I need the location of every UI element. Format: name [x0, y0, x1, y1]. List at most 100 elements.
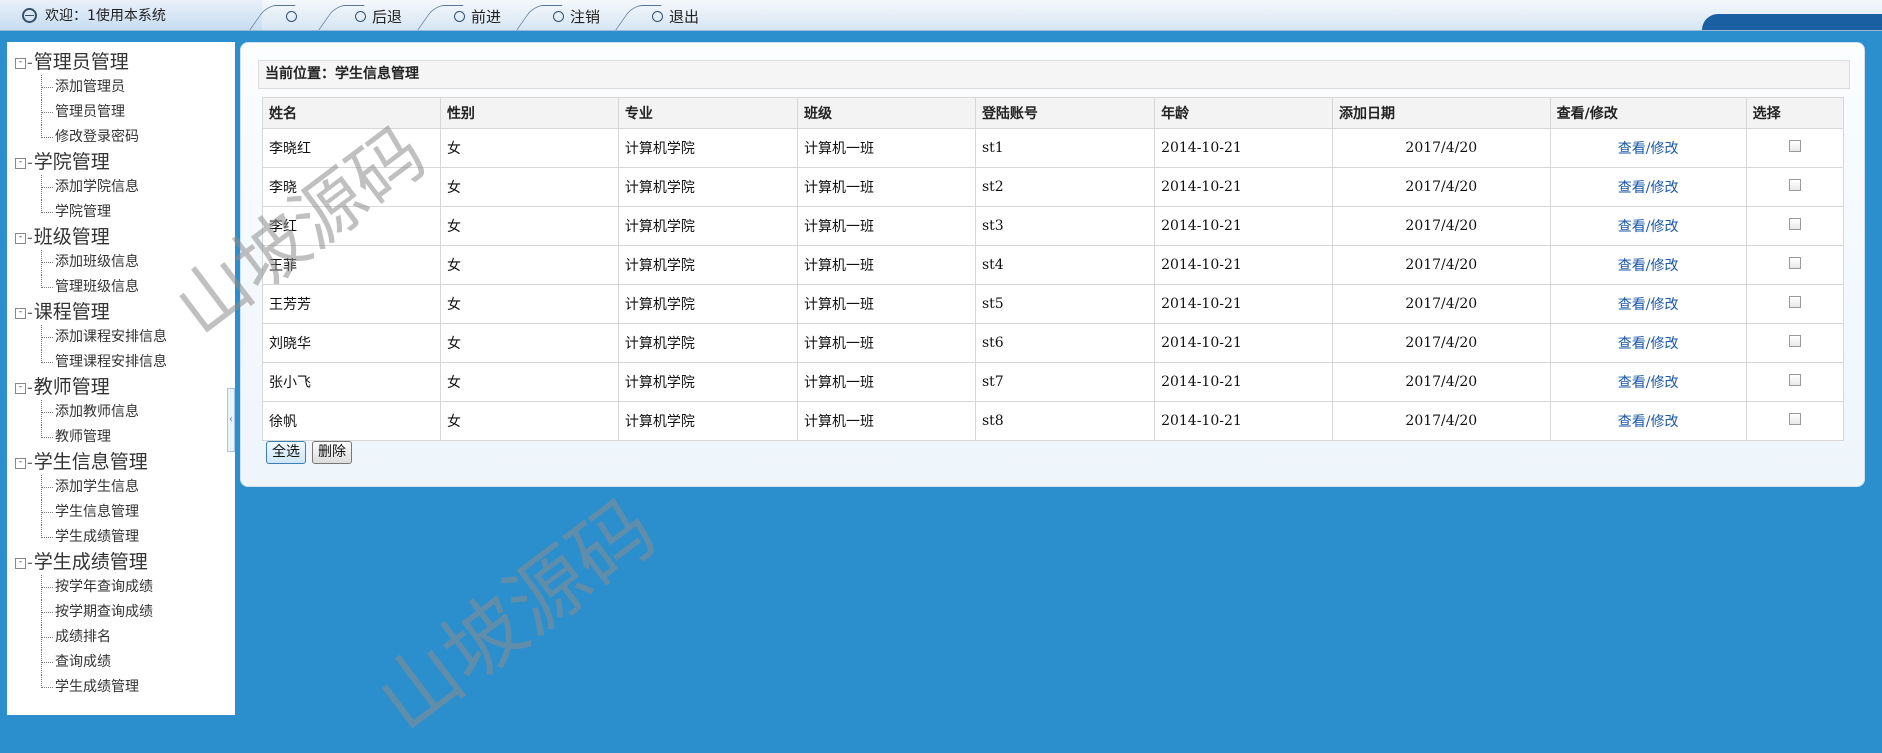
cell-account: st1	[974, 128, 1156, 168]
cell-class: 计算机一班	[797, 245, 976, 285]
menu-group-label: 学生信息管理	[33, 451, 148, 473]
cell-action: 查看/修改	[1549, 206, 1747, 246]
menu-item[interactable]: 添加学院信息	[15, 175, 235, 200]
view-edit-link[interactable]: 查看/修改	[1618, 414, 1679, 430]
collapse-toggle-icon[interactable]	[15, 233, 26, 244]
nav-tabs: 后退 前进 注销 退出	[249, 3, 717, 30]
nav-tab-0[interactable]	[249, 3, 321, 30]
row-checkbox[interactable]	[1788, 140, 1801, 152]
menu-group-0[interactable]: -管理员管理	[15, 50, 235, 75]
cell-action: 查看/修改	[1549, 284, 1747, 324]
table-row: 李晓女计算机学院 计算机一班 st2 2014-10-21 2017/4/20 查看/修改	[262, 167, 1845, 207]
row-checkbox[interactable]	[1788, 257, 1801, 269]
table-row: 张小飞女计算机学院 计算机一班 st7 2014-10-21 2017/4/20 查看/修…	[262, 362, 1845, 402]
menu-item[interactable]: 添加班级信息	[15, 250, 235, 275]
circle-icon	[553, 10, 565, 22]
row-checkbox[interactable]	[1788, 179, 1801, 191]
cell-class: 计算机一班	[797, 284, 976, 324]
row-checkbox[interactable]	[1788, 413, 1801, 425]
menu-tree: -管理员管理添加管理员管理员管理修改登录密码-学院管理添加学院信息学院管理-班级…	[15, 50, 235, 700]
tree-connector: -	[27, 453, 33, 472]
cell-class: 计算机一班	[797, 362, 976, 402]
cell-select	[1745, 401, 1845, 441]
collapse-toggle-icon[interactable]	[15, 308, 26, 319]
welcome-area: 欢迎：1使用本系统	[0, 0, 262, 30]
cell-class: 计算机一班	[797, 128, 976, 168]
cell-date: 2017/4/20	[1332, 167, 1551, 207]
collapse-toggle-icon[interactable]	[15, 558, 26, 569]
cell-name: 王菲	[262, 245, 441, 285]
menu-item[interactable]: 学生信息管理	[15, 500, 235, 525]
row-checkbox[interactable]	[1788, 218, 1801, 230]
menu-group-label: 学院管理	[33, 151, 110, 173]
menu-group-4[interactable]: -教师管理	[15, 375, 235, 400]
cell-gender: 女	[439, 284, 619, 324]
collapse-toggle-icon[interactable]	[15, 158, 26, 169]
row-checkbox[interactable]	[1788, 374, 1801, 386]
menu-item[interactable]: 查询成绩	[15, 650, 235, 675]
cell-major: 计算机学院	[617, 401, 799, 441]
watermark-bottom: 山坡源码	[360, 481, 673, 749]
menu-item[interactable]: 学生成绩管理	[15, 675, 235, 700]
row-checkbox[interactable]	[1788, 296, 1801, 308]
cell-gender: 女	[439, 167, 619, 207]
view-edit-link[interactable]: 查看/修改	[1618, 375, 1679, 391]
sidebar-collapse-handle[interactable]: ‹	[227, 388, 235, 452]
menu-group-3[interactable]: -课程管理	[15, 300, 235, 325]
cell-select	[1745, 284, 1845, 324]
menu-group-5[interactable]: -学生信息管理	[15, 450, 235, 475]
menu-item[interactable]: 管理课程安排信息	[15, 350, 235, 375]
menu-item[interactable]: 学院管理	[15, 200, 235, 225]
menu-item[interactable]: 添加学生信息	[15, 475, 235, 500]
menu-item[interactable]: 管理班级信息	[15, 275, 235, 300]
nav-tab-4[interactable]: 退出	[615, 3, 717, 30]
cell-select	[1745, 128, 1845, 168]
nav-tab-label: 前进	[471, 7, 502, 26]
view-edit-link[interactable]: 查看/修改	[1618, 141, 1679, 157]
nav-tab-2[interactable]: 前进	[417, 3, 519, 30]
menu-item[interactable]: 添加教师信息	[15, 400, 235, 425]
cell-class: 计算机一班	[797, 167, 976, 207]
menu-item[interactable]: 按学年查询成绩	[15, 575, 235, 600]
cell-account: st6	[974, 323, 1156, 363]
menu-item[interactable]: 成绩排名	[15, 625, 235, 650]
menu-group-2[interactable]: -班级管理	[15, 225, 235, 250]
menu-item[interactable]: 教师管理	[15, 425, 235, 450]
tree-connector: -	[27, 553, 33, 572]
view-edit-link[interactable]: 查看/修改	[1618, 297, 1679, 313]
menu-group-6[interactable]: -学生成绩管理	[15, 550, 235, 575]
view-edit-link[interactable]: 查看/修改	[1618, 258, 1679, 274]
collapse-toggle-icon[interactable]	[15, 383, 26, 394]
tree-connector: -	[27, 303, 33, 322]
cell-major: 计算机学院	[617, 128, 799, 168]
circle-icon	[652, 10, 664, 22]
cell-action: 查看/修改	[1549, 167, 1747, 207]
view-edit-link[interactable]: 查看/修改	[1618, 336, 1679, 352]
select-all-button[interactable]: 全选	[266, 441, 306, 464]
nav-tab-3[interactable]: 注销	[516, 3, 618, 30]
table-row: 李红女计算机学院 计算机一班 st3 2014-10-21 2017/4/20 查看/修改	[262, 206, 1845, 246]
table-row: 王芳芳女计算机学院 计算机一班 st5 2014-10-21 2017/4/20 查看/修…	[262, 284, 1845, 324]
cell-name: 王芳芳	[262, 284, 441, 324]
cell-select	[1745, 206, 1845, 246]
menu-item[interactable]: 学生成绩管理	[15, 525, 235, 550]
menu-item[interactable]: 添加管理员	[15, 75, 235, 100]
menu-item[interactable]: 添加课程安排信息	[15, 325, 235, 350]
tree-connector: -	[27, 228, 33, 247]
row-checkbox[interactable]	[1788, 335, 1801, 347]
delete-button[interactable]: 删除	[312, 441, 352, 464]
collapse-toggle-icon[interactable]	[15, 458, 26, 469]
view-edit-link[interactable]: 查看/修改	[1618, 219, 1679, 235]
nav-tab-1[interactable]: 后退	[318, 3, 420, 30]
cell-action: 查看/修改	[1549, 401, 1747, 441]
menu-item[interactable]: 按学期查询成绩	[15, 600, 235, 625]
column-header: 年龄	[1154, 97, 1333, 129]
menu-item[interactable]: 修改登录密码	[15, 125, 235, 150]
menu-item[interactable]: 管理员管理	[15, 100, 235, 125]
view-edit-link[interactable]: 查看/修改	[1618, 180, 1679, 196]
collapse-toggle-icon[interactable]	[15, 58, 26, 69]
user-circle-icon	[22, 7, 37, 23]
menu-group-label: 管理员管理	[33, 51, 129, 73]
menu-group-1[interactable]: -学院管理	[15, 150, 235, 175]
nav-tab-label: 后退	[372, 7, 403, 26]
